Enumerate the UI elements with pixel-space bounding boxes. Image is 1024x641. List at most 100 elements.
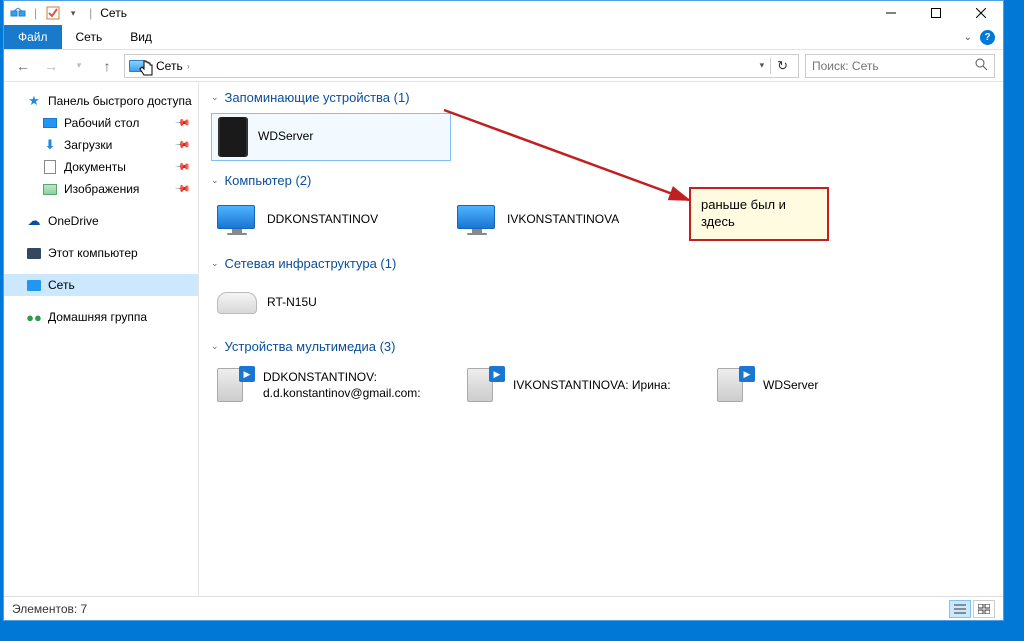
sidebar-item-label: Загрузки: [64, 138, 112, 152]
sidebar-homegroup[interactable]: ●● Домашняя группа: [4, 306, 198, 328]
homegroup-icon: ●●: [26, 309, 42, 325]
pc-icon: [26, 245, 42, 261]
status-item-count: Элементов: 7: [12, 602, 87, 616]
search-icon[interactable]: [975, 58, 988, 74]
breadcrumb[interactable]: Сеть: [156, 59, 183, 73]
chevron-down-icon: ⌄: [211, 341, 219, 352]
back-button[interactable]: ←: [12, 55, 34, 77]
media-device-icon: ▶: [217, 368, 253, 404]
router-icon: [217, 292, 257, 314]
address-bar[interactable]: › Сеть › ▾ ↻: [124, 54, 799, 78]
recent-dropdown-icon[interactable]: ▾: [68, 55, 90, 77]
qat-properties-icon[interactable]: [45, 5, 61, 21]
network-icon: [26, 277, 42, 293]
sidebar-item-label: Этот компьютер: [48, 246, 138, 260]
close-button[interactable]: [958, 1, 1003, 25]
star-icon: ★: [26, 93, 42, 109]
group-title: Компьютер (2): [225, 173, 312, 188]
chevron-down-icon: ⌄: [211, 92, 219, 103]
documents-icon: [42, 159, 58, 175]
statusbar: Элементов: 7: [4, 596, 1003, 620]
sidebar-item-label: Документы: [64, 160, 126, 174]
cloud-icon: ☁: [26, 213, 42, 229]
search-input[interactable]: [812, 59, 975, 73]
explorer-window: | ▾ | Сеть Файл Сеть Вид ⌄ ?: [3, 0, 1004, 621]
ribbon-file-tab[interactable]: Файл: [4, 25, 62, 49]
navbar: ← → ▾ ↑ › Сеть › ▾ ↻: [4, 50, 1003, 82]
qat-separator: |: [34, 6, 37, 20]
address-dropdown-icon[interactable]: ▾: [756, 60, 769, 71]
computer-label: IVKONSTANTINOVA: [507, 212, 619, 228]
chevron-down-icon: ⌄: [211, 258, 219, 269]
qat-separator: |: [89, 6, 92, 20]
group-infrastructure: ⌄ Сетевая инфраструктура (1) RT-N15U: [211, 256, 991, 327]
group-header-storage[interactable]: ⌄ Запоминающие устройства (1): [211, 90, 991, 105]
view-details-button[interactable]: [949, 600, 971, 618]
ribbon-expand-icon[interactable]: ⌄: [964, 32, 972, 43]
sidebar-item-label: OneDrive: [48, 214, 99, 228]
content-pane: ⌄ Запоминающие устройства (1) WDServer ⌄…: [199, 82, 1003, 596]
computer-ivkonstantinova[interactable]: IVKONSTANTINOVA: [451, 196, 691, 244]
help-icon[interactable]: ?: [980, 30, 995, 45]
ribbon: Файл Сеть Вид ⌄ ?: [4, 25, 1003, 50]
view-large-icons-button[interactable]: [973, 600, 995, 618]
app-icon: [10, 5, 26, 21]
media-wdserver[interactable]: ▶ WDServer: [711, 362, 911, 410]
monitor-icon: [217, 205, 257, 235]
pin-icon: 📌: [173, 159, 190, 176]
media-ivkonstantinova[interactable]: ▶ IVKONSTANTINOVA: Ирина:: [461, 362, 711, 410]
sidebar-item-label: Рабочий стол: [64, 116, 139, 130]
search-box[interactable]: [805, 54, 995, 78]
chevron-down-icon: ⌄: [211, 175, 219, 186]
sidebar-pictures[interactable]: Изображения 📌: [4, 178, 198, 200]
sidebar-desktop[interactable]: Рабочий стол 📌: [4, 112, 198, 134]
sidebar-quick-access[interactable]: ★ Панель быстрого доступа: [4, 90, 198, 112]
maximize-button[interactable]: [913, 1, 958, 25]
media-label: IVKONSTANTINOVA: Ирина:: [513, 378, 671, 394]
device-label: WDServer: [258, 129, 313, 145]
group-storage: ⌄ Запоминающие устройства (1) WDServer: [211, 90, 991, 161]
qat-dropdown-icon[interactable]: ▾: [65, 5, 81, 21]
sidebar-documents[interactable]: Документы 📌: [4, 156, 198, 178]
sidebar-item-label: Домашняя группа: [48, 310, 147, 324]
media-label: DDKONSTANTINOV: d.d.konstantinov@gmail.c…: [263, 370, 421, 401]
ribbon-network-tab[interactable]: Сеть: [62, 25, 117, 49]
pin-icon: 📌: [173, 115, 190, 132]
minimize-button[interactable]: [868, 1, 913, 25]
media-label: WDServer: [763, 378, 818, 394]
sidebar-this-pc[interactable]: Этот компьютер: [4, 242, 198, 264]
group-header-infrastructure[interactable]: ⌄ Сетевая инфраструктура (1): [211, 256, 991, 271]
group-computer: ⌄ Компьютер (2) DDKONSTANTINOV IVKONSTAN…: [211, 173, 991, 244]
forward-button[interactable]: →: [40, 55, 62, 77]
pin-icon: 📌: [173, 181, 190, 198]
pictures-icon: [42, 181, 58, 197]
refresh-button[interactable]: ↻: [770, 58, 794, 74]
group-header-media[interactable]: ⌄ Устройства мультимедиа (3): [211, 339, 991, 354]
nas-icon: [218, 117, 248, 157]
chevron-right-icon[interactable]: ›: [149, 61, 152, 71]
navigation-pane: ★ Панель быстрого доступа Рабочий стол 📌…: [4, 82, 199, 596]
media-device-icon: ▶: [717, 368, 753, 404]
pin-icon: 📌: [173, 137, 190, 154]
router-rtn15u[interactable]: RT-N15U: [211, 279, 451, 327]
sidebar-item-label: Панель быстрого доступа: [48, 94, 192, 108]
group-title: Запоминающие устройства (1): [225, 90, 410, 105]
titlebar: | ▾ | Сеть: [4, 1, 1003, 25]
sidebar-network[interactable]: Сеть: [4, 274, 198, 296]
group-header-computer[interactable]: ⌄ Компьютер (2): [211, 173, 991, 188]
downloads-icon: ⬇: [42, 137, 58, 153]
sidebar-item-label: Сеть: [48, 278, 75, 292]
computer-ddkonstantinov[interactable]: DDKONSTANTINOV: [211, 196, 451, 244]
chevron-right-icon[interactable]: ›: [187, 61, 190, 71]
monitor-icon: [457, 205, 497, 235]
group-title: Устройства мультимедиа (3): [225, 339, 396, 354]
window-title: Сеть: [100, 6, 127, 20]
sidebar-downloads[interactable]: ⬇ Загрузки 📌: [4, 134, 198, 156]
device-wdserver[interactable]: WDServer: [211, 113, 451, 161]
ribbon-view-tab[interactable]: Вид: [116, 25, 166, 49]
media-ddkonstantinov[interactable]: ▶ DDKONSTANTINOV: d.d.konstantinov@gmail…: [211, 362, 461, 410]
sidebar-onedrive[interactable]: ☁ OneDrive: [4, 210, 198, 232]
media-device-icon: ▶: [467, 368, 503, 404]
up-button[interactable]: ↑: [96, 55, 118, 77]
group-media: ⌄ Устройства мультимедиа (3) ▶ DDKONSTAN…: [211, 339, 991, 410]
